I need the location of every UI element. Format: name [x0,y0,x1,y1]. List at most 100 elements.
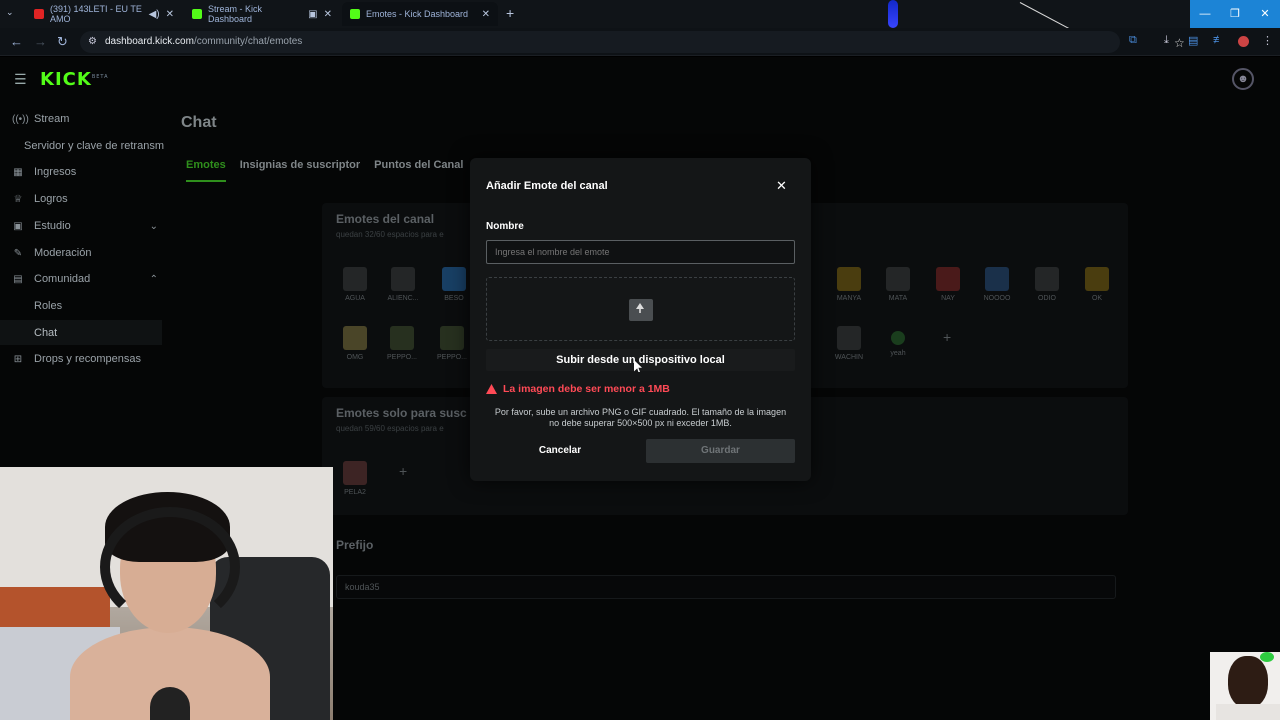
emote-name: yeah [890,350,906,357]
emote-name: MATA [888,295,908,302]
kick-favicon-icon [192,9,202,19]
sidebar-item-stream[interactable]: ((•)) Stream [12,107,162,131]
tab-emotes[interactable]: Emotes [186,159,226,171]
sidebar-item-drops[interactable]: ⊞ Drops y recompensas [12,347,162,371]
tab-youtube[interactable]: (391) 143LETI - EU TE AMO ◀) ✕ [26,2,182,26]
add-emote-icon[interactable]: + [943,329,951,345]
emote-item[interactable]: OMG [335,326,375,361]
sidebar-item-moderacion[interactable]: ✎ Moderación [12,241,162,265]
save-button[interactable]: Guardar [646,439,795,463]
sidebar-item-estudio[interactable]: ▣ Estudio ⌄ [12,214,162,238]
emote-image [343,461,367,485]
prefix-input[interactable]: kouda35 [336,575,1116,599]
emote-name: BESO [444,295,464,302]
cancel-button[interactable]: Cancelar [490,439,630,463]
sidebar-item-label: Ingresos [34,166,77,178]
panel-title: Emotes solo para susc [336,406,467,420]
emote-image [837,326,861,350]
emote-item[interactable]: NOOOO [977,267,1017,302]
kick-logo[interactable]: KICKBETA [40,69,109,90]
status-dot-icon [1260,652,1274,662]
browser-menu-icon[interactable]: ⋮ [1262,34,1273,47]
logo-badge: BETA [91,74,109,80]
emote-item[interactable]: NAY [928,267,968,302]
emote-image [936,267,960,291]
emote-item[interactable]: WACHIN [829,326,869,361]
site-info-icon[interactable]: ⚙ [88,36,97,47]
sidebar-active-highlight [0,320,162,345]
emote-image [390,326,414,350]
sidebar-item-server[interactable]: Servidor y clave de retransm [24,134,164,158]
emote-item[interactable]: AGUA [335,267,375,302]
emote-item[interactable]: ODIO [1027,267,1067,302]
emote-item[interactable]: ALIENC... [383,267,423,302]
name-label: Nombre [486,221,524,232]
download-icon[interactable]: ⤓ [1164,34,1169,47]
tab-puntos[interactable]: Puntos del Canal [374,159,463,171]
tab-emotes-dashboard[interactable]: Emotes - Kick Dashboard ✕ [342,2,498,26]
new-tab-button[interactable]: + [506,5,514,21]
sidebar-item-label: Logros [34,193,68,205]
emote-image [886,267,910,291]
logo-text: KICK [40,69,92,90]
close-window-button[interactable]: ✕ [1250,0,1280,28]
tune-icon[interactable]: ≢ [1213,34,1224,46]
active-tab-indicator [186,180,226,182]
emote-item[interactable]: BESO [434,267,474,302]
back-arrow-icon[interactable]: ← [10,34,23,49]
panel-title: Emotes del canal [336,212,435,226]
emote-name: AGUA [345,295,365,302]
forward-arrow-icon[interactable]: → [34,34,47,49]
bookmark-star-icon[interactable]: ☆ [1174,36,1185,50]
sidebar-item-ingresos[interactable]: ▦ Ingresos [12,160,162,184]
tab-close-icon[interactable]: ✕ [324,9,332,20]
reload-icon[interactable]: ↻ [57,34,68,50]
profile-avatar[interactable] [1238,36,1249,47]
error-text: La imagen debe ser menor a 1MB [503,383,670,395]
tab-list-chevron-icon[interactable]: ⌄ [6,7,14,18]
sidebar-item-label: Moderación [34,247,92,259]
hamburger-menu-icon[interactable]: ☰ [14,71,27,88]
emote-item[interactable]: PELA2 [335,461,375,496]
panel-subtitle: quedan 32/60 espacios para e [336,230,444,239]
webcam-overlay [0,467,333,720]
sidebar-item-label: Comunidad [34,273,91,285]
sidebar-item-logros[interactable]: ♕ Logros [12,187,162,211]
emote-name: PEPPO... [437,354,467,361]
sidebar-item-chat[interactable]: Chat [34,321,57,345]
webcam-shelf [0,587,110,627]
extension-icon[interactable]: ⧉ [1129,34,1137,47]
community-icon: ▤ [13,273,23,285]
studio-icon: ▣ [13,220,23,232]
add-emote-icon[interactable]: + [399,463,407,479]
emote-item[interactable]: yeah [878,326,918,357]
tab-title: (391) 143LETI - EU TE AMO [50,4,142,24]
tab-insignias[interactable]: Insignias de suscriptor [240,159,360,171]
emote-name-input[interactable] [486,240,795,264]
tab-audio-icon[interactable]: ◀) [149,9,160,20]
user-menu-button[interactable]: ☻ [1232,68,1254,90]
emote-image [1085,267,1109,291]
sidebar-item-comunidad[interactable]: ▤ Comunidad ⌃ [12,267,162,291]
broadcast-icon: ((•)) [12,113,29,125]
webcam-person-body [1216,704,1280,720]
emote-item[interactable]: MANYA [829,267,869,302]
tab-close-icon[interactable]: ✕ [482,9,490,20]
reading-list-icon[interactable]: ▤ [1188,34,1198,47]
emote-item[interactable]: PEPPO... [382,326,422,361]
close-icon[interactable]: ✕ [776,178,787,194]
emote-image [891,331,905,345]
emote-item[interactable]: OK [1077,267,1117,302]
url-path: /community/chat/emotes [193,36,303,47]
restore-button[interactable]: ❐ [1220,0,1250,28]
sidebar-item-roles[interactable]: Roles [34,294,62,318]
sidebar-item-label: Drops y recompensas [34,353,141,365]
minimize-button[interactable]: — [1190,0,1220,28]
image-dropzone[interactable] [486,277,795,341]
tab-close-icon[interactable]: ✕ [166,9,174,20]
emote-item[interactable]: MATA [878,267,918,302]
emote-item[interactable]: PEPPO... [432,326,472,361]
tab-stream-dashboard[interactable]: Stream - Kick Dashboard ▣ ✕ [184,2,340,26]
address-bar[interactable]: ⚙ dashboard.kick.com/community/chat/emot… [80,31,1185,53]
prefix-title: Prefijo [336,538,374,552]
